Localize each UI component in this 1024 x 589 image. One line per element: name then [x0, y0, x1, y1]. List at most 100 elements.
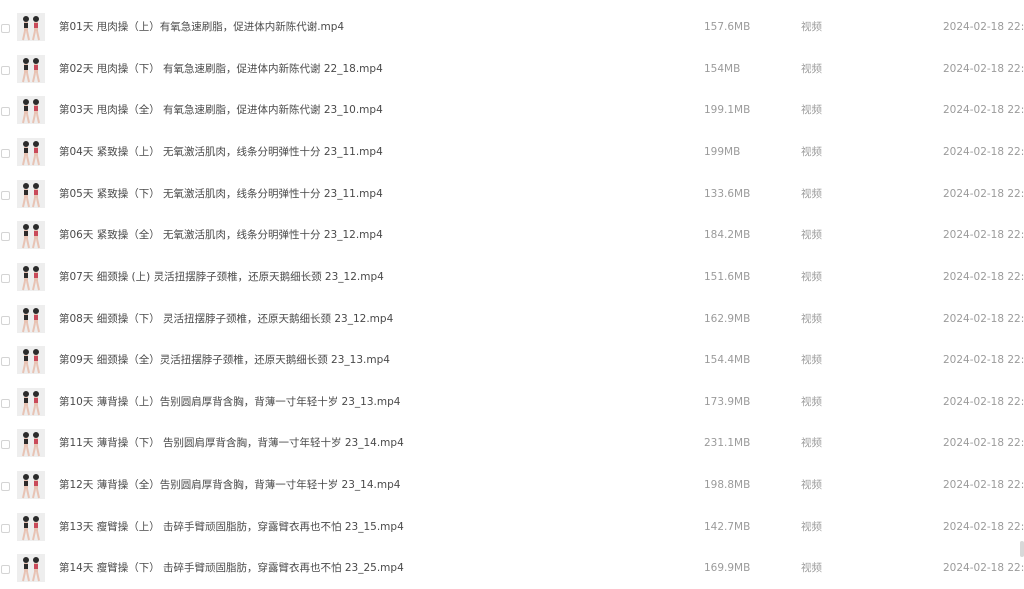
dance-thumbnail-icon — [22, 308, 40, 333]
file-row[interactable]: 第03天 甩肉操（全） 有氧急速刷脂，促进体内新陈代谢 23_10.mp4 19… — [0, 93, 1024, 134]
file-row[interactable]: 第12天 薄背操（全）告别圆肩厚背含胸，背薄一寸年轻十岁 23_14.mp4 1… — [0, 468, 1024, 509]
file-date: 2024-02-18 22:20 — [943, 63, 1024, 75]
file-date: 2024-02-18 22:20 — [943, 104, 1024, 116]
row-checkbox[interactable] — [1, 316, 10, 325]
file-size: 184.2MB — [704, 229, 751, 241]
file-size: 199.1MB — [704, 104, 751, 116]
dance-thumbnail-icon — [22, 432, 40, 457]
dance-thumbnail-icon — [22, 474, 40, 499]
dance-thumbnail-icon — [22, 557, 40, 582]
file-type: 视频 — [801, 521, 822, 533]
dance-thumbnail-icon — [22, 58, 40, 83]
file-row[interactable]: 第02天 甩肉操（下） 有氧急速刷脂，促进体内新陈代谢 22_18.mp4 15… — [0, 52, 1024, 93]
file-date: 2024-02-18 22:20 — [943, 313, 1024, 325]
dance-thumbnail-icon — [22, 141, 40, 166]
video-thumbnail[interactable] — [17, 55, 45, 83]
file-type: 视频 — [801, 562, 822, 574]
file-size: 142.7MB — [704, 521, 751, 533]
dance-thumbnail-icon — [22, 349, 40, 374]
file-row[interactable]: 第14天 瘦臂操（下） 击碎手臂顽固脂肪，穿露臂衣再也不怕 23_25.mp4 … — [0, 551, 1024, 589]
file-list: 第01天 甩肉操（上）有氧急速刷脂，促进体内新陈代谢.mp4 157.6MB 视… — [0, 0, 1024, 589]
file-row[interactable]: 第07天 细颈操 (上) 灵活扭摆脖子颈椎，还原天鹅细长颈 23_12.mp4 … — [0, 260, 1024, 301]
file-size: 199MB — [704, 146, 741, 158]
dance-thumbnail-icon — [22, 183, 40, 208]
row-checkbox[interactable] — [1, 66, 10, 75]
row-checkbox[interactable] — [1, 357, 10, 366]
scrollbar-thumb[interactable] — [1020, 541, 1024, 557]
file-row[interactable]: 第01天 甩肉操（上）有氧急速刷脂，促进体内新陈代谢.mp4 157.6MB 视… — [0, 10, 1024, 51]
file-size: 133.6MB — [704, 188, 751, 200]
video-thumbnail[interactable] — [17, 96, 45, 124]
file-name[interactable]: 第09天 细颈操（全）灵活扭摆脖子颈椎，还原天鹅细长颈 23_13.mp4 — [59, 353, 390, 367]
file-date: 2024-02-18 22:20 — [943, 271, 1024, 283]
file-name[interactable]: 第01天 甩肉操（上）有氧急速刷脂，促进体内新陈代谢.mp4 — [59, 20, 344, 34]
video-thumbnail[interactable] — [17, 13, 45, 41]
video-thumbnail[interactable] — [17, 513, 45, 541]
row-checkbox[interactable] — [1, 232, 10, 241]
file-row[interactable]: 第13天 瘦臂操（上） 击碎手臂顽固脂肪，穿露臂衣再也不怕 23_15.mp4 … — [0, 510, 1024, 551]
file-date: 2024-02-18 22:20 — [943, 479, 1024, 491]
row-checkbox[interactable] — [1, 149, 10, 158]
file-name[interactable]: 第11天 薄背操（下） 告别圆肩厚背含胸，背薄一寸年轻十岁 23_14.mp4 — [59, 436, 404, 450]
file-type: 视频 — [801, 437, 822, 449]
file-name[interactable]: 第08天 细颈操（下） 灵活扭摆脖子颈椎，还原天鹅细长颈 23_12.mp4 — [59, 312, 393, 326]
video-thumbnail[interactable] — [17, 554, 45, 582]
file-row[interactable]: 第11天 薄背操（下） 告别圆肩厚背含胸，背薄一寸年轻十岁 23_14.mp4 … — [0, 426, 1024, 467]
file-name[interactable]: 第12天 薄背操（全）告别圆肩厚背含胸，背薄一寸年轻十岁 23_14.mp4 — [59, 478, 400, 492]
file-name[interactable]: 第13天 瘦臂操（上） 击碎手臂顽固脂肪，穿露臂衣再也不怕 23_15.mp4 — [59, 520, 404, 534]
row-checkbox[interactable] — [1, 565, 10, 574]
video-thumbnail[interactable] — [17, 180, 45, 208]
file-row[interactable]: 第06天 紧致操（全） 无氧激活肌肉，线条分明弹性十分 23_12.mp4 18… — [0, 218, 1024, 259]
file-type: 视频 — [801, 188, 822, 200]
file-row[interactable]: 第04天 紧致操（上） 无氧激活肌肉，线条分明弹性十分 23_11.mp4 19… — [0, 135, 1024, 176]
video-thumbnail[interactable] — [17, 221, 45, 249]
video-thumbnail[interactable] — [17, 429, 45, 457]
file-name[interactable]: 第02天 甩肉操（下） 有氧急速刷脂，促进体内新陈代谢 22_18.mp4 — [59, 62, 383, 76]
row-checkbox[interactable] — [1, 524, 10, 533]
file-type: 视频 — [801, 21, 822, 33]
file-size: 154MB — [704, 63, 741, 75]
dance-thumbnail-icon — [22, 16, 40, 41]
file-type: 视频 — [801, 229, 822, 241]
file-row[interactable]: 第08天 细颈操（下） 灵活扭摆脖子颈椎，还原天鹅细长颈 23_12.mp4 1… — [0, 302, 1024, 343]
file-date: 2024-02-18 22:20 — [943, 396, 1024, 408]
file-name[interactable]: 第07天 细颈操 (上) 灵活扭摆脖子颈椎，还原天鹅细长颈 23_12.mp4 — [59, 270, 384, 284]
row-checkbox[interactable] — [1, 24, 10, 33]
file-size: 154.4MB — [704, 354, 751, 366]
video-thumbnail[interactable] — [17, 263, 45, 291]
file-row[interactable]: 第09天 细颈操（全）灵活扭摆脖子颈椎，还原天鹅细长颈 23_13.mp4 15… — [0, 343, 1024, 384]
row-checkbox[interactable] — [1, 440, 10, 449]
video-thumbnail[interactable] — [17, 346, 45, 374]
dance-thumbnail-icon — [22, 516, 40, 541]
row-checkbox[interactable] — [1, 482, 10, 491]
video-thumbnail[interactable] — [17, 138, 45, 166]
file-name[interactable]: 第04天 紧致操（上） 无氧激活肌肉，线条分明弹性十分 23_11.mp4 — [59, 145, 383, 159]
file-type: 视频 — [801, 104, 822, 116]
row-checkbox[interactable] — [1, 274, 10, 283]
file-name[interactable]: 第06天 紧致操（全） 无氧激活肌肉，线条分明弹性十分 23_12.mp4 — [59, 228, 383, 242]
dance-thumbnail-icon — [22, 224, 40, 249]
file-type: 视频 — [801, 63, 822, 75]
row-checkbox[interactable] — [1, 399, 10, 408]
file-name[interactable]: 第05天 紧致操（下） 无氧激活肌肉，线条分明弹性十分 23_11.mp4 — [59, 187, 383, 201]
file-row[interactable]: 第10天 薄背操（上）告别圆肩厚背含胸，背薄一寸年轻十岁 23_13.mp4 1… — [0, 385, 1024, 426]
file-date: 2024-02-18 22:20 — [943, 188, 1024, 200]
file-date: 2024-02-18 22:20 — [943, 562, 1024, 574]
file-size: 173.9MB — [704, 396, 751, 408]
file-date: 2024-02-18 22:20 — [943, 146, 1024, 158]
file-date: 2024-02-18 22:20 — [943, 521, 1024, 533]
file-name[interactable]: 第03天 甩肉操（全） 有氧急速刷脂，促进体内新陈代谢 23_10.mp4 — [59, 103, 383, 117]
row-checkbox[interactable] — [1, 191, 10, 200]
file-type: 视频 — [801, 313, 822, 325]
dance-thumbnail-icon — [22, 99, 40, 124]
video-thumbnail[interactable] — [17, 305, 45, 333]
file-name[interactable]: 第10天 薄背操（上）告别圆肩厚背含胸，背薄一寸年轻十岁 23_13.mp4 — [59, 395, 400, 409]
video-thumbnail[interactable] — [17, 388, 45, 416]
video-thumbnail[interactable] — [17, 471, 45, 499]
file-date: 2024-02-18 22:20 — [943, 229, 1024, 241]
file-row[interactable]: 第05天 紧致操（下） 无氧激活肌肉，线条分明弹性十分 23_11.mp4 13… — [0, 177, 1024, 218]
file-date: 2024-02-18 22:20 — [943, 21, 1024, 33]
row-checkbox[interactable] — [1, 107, 10, 116]
file-type: 视频 — [801, 146, 822, 158]
file-name[interactable]: 第14天 瘦臂操（下） 击碎手臂顽固脂肪，穿露臂衣再也不怕 23_25.mp4 — [59, 561, 404, 575]
